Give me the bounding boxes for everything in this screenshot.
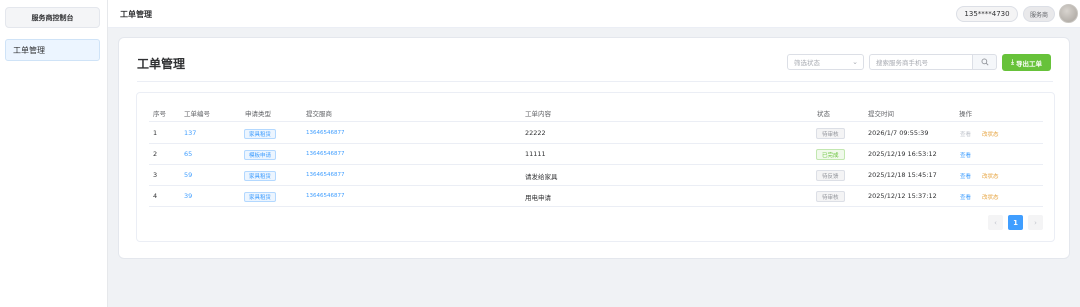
row-id-link[interactable]: 65 — [184, 150, 192, 158]
view-button[interactable]: 查看 — [960, 151, 971, 159]
sidebar-item-workorders[interactable]: 工单管理 — [5, 39, 100, 61]
row-content: 请发给家具 — [525, 173, 558, 181]
status-badge: 已完成 — [816, 149, 845, 160]
submitter-link[interactable]: 13646546877 — [306, 151, 345, 157]
col-header-time: 提交时间 — [868, 110, 894, 118]
workorder-table: 序号 工单编号 申请类型 提交服商 工单内容 状态 提交时间 操作 1 137 … — [136, 92, 1055, 242]
row-divider — [149, 164, 1043, 165]
type-tag: 家具租赁 — [244, 129, 277, 139]
topbar: 工单管理 135****4730 服务商 — [108, 0, 1080, 28]
row-divider — [149, 143, 1043, 144]
export-button[interactable]: ⤓ 导出工单 — [1002, 54, 1051, 71]
view-button[interactable]: 查看 — [960, 193, 971, 201]
col-header-submitter: 提交服商 — [306, 110, 332, 118]
status-badge: 待审核 — [816, 191, 845, 202]
type-tag: 模板申请 — [244, 150, 277, 160]
brand-button[interactable]: 服务商控制台 — [5, 7, 100, 28]
card-divider — [137, 81, 1053, 82]
avatar[interactable] — [1059, 4, 1078, 23]
row-content: 用电申请 — [525, 194, 551, 202]
change-status-button[interactable]: 改状态 — [982, 172, 999, 180]
row-id-link[interactable]: 137 — [184, 129, 196, 137]
submitter-link[interactable]: 13646546877 — [306, 193, 345, 199]
search-placeholder: 搜索服务商手机号 — [876, 59, 928, 67]
status-badge: 待审核 — [816, 128, 845, 139]
row-index: 4 — [153, 192, 158, 200]
change-status-button[interactable]: 改状态 — [982, 130, 999, 138]
header-divider — [149, 121, 1043, 122]
col-header-type: 申请类型 — [245, 110, 271, 118]
row-time: 2025/12/12 15:37:12 — [868, 192, 937, 200]
status-badge: 待反馈 — [816, 170, 845, 181]
user-phone-badge[interactable]: 135****4730 — [956, 6, 1018, 22]
type-tag: 家具租赁 — [244, 192, 277, 202]
row-divider — [149, 206, 1043, 207]
row-time: 2025/12/18 15:45:17 — [868, 171, 937, 179]
submitter-link[interactable]: 13646546877 — [306, 172, 345, 178]
search-icon — [981, 58, 989, 66]
col-header-index: 序号 — [153, 110, 166, 118]
search-input[interactable]: 搜索服务商手机号 — [869, 54, 972, 70]
row-id-link[interactable]: 59 — [184, 171, 192, 179]
sidebar: 服务商控制台 工单管理 — [0, 0, 108, 307]
card-title: 工单管理 — [137, 57, 186, 71]
search-button[interactable] — [972, 54, 997, 70]
col-header-status: 状态 — [817, 110, 830, 118]
page-title: 工单管理 — [120, 10, 152, 19]
status-filter-placeholder: 筛选状态 — [794, 59, 820, 67]
role-badge: 服务商 — [1023, 6, 1055, 22]
change-status-button[interactable]: 改状态 — [982, 193, 999, 201]
type-tag: 家具租赁 — [244, 171, 277, 181]
view-button[interactable]: 查看 — [960, 130, 971, 138]
pagination-page-1[interactable]: 1 — [1008, 215, 1023, 230]
row-content: 22222 — [525, 129, 546, 137]
export-label: 导出工单 — [1015, 59, 1042, 68]
col-header-id: 工单编号 — [184, 110, 210, 118]
row-index: 2 — [153, 150, 158, 158]
row-id-link[interactable]: 39 — [184, 192, 192, 200]
view-button[interactable]: 查看 — [960, 172, 971, 180]
col-header-actions: 操作 — [959, 110, 972, 118]
pagination-next-button[interactable]: › — [1028, 215, 1043, 230]
sidebar-item-label: 工单管理 — [13, 45, 45, 55]
workorder-card: 工单管理 筛选状态 ⌄ 搜索服务商手机号 ⤓ 导出工单 序号 工单编号 申请类型… — [118, 37, 1070, 259]
chevron-down-icon: ⌄ — [852, 58, 858, 66]
row-divider — [149, 185, 1043, 186]
submitter-link[interactable]: 13646546877 — [306, 130, 345, 136]
row-time: 2025/12/19 16:53:12 — [868, 150, 937, 158]
app-root: 服务商控制台 工单管理 工单管理 135****4730 服务商 工单管理 筛选… — [0, 0, 1080, 307]
row-index: 1 — [153, 129, 158, 137]
col-header-content: 工单内容 — [525, 110, 551, 118]
row-time: 2026/1/7 09:55:39 — [868, 129, 929, 137]
row-index: 3 — [153, 171, 158, 179]
status-filter-select[interactable]: 筛选状态 ⌄ — [787, 54, 864, 70]
pagination-prev-button[interactable]: ‹ — [988, 215, 1003, 230]
download-icon: ⤓ — [1011, 58, 1014, 66]
row-content: 11111 — [525, 150, 546, 158]
